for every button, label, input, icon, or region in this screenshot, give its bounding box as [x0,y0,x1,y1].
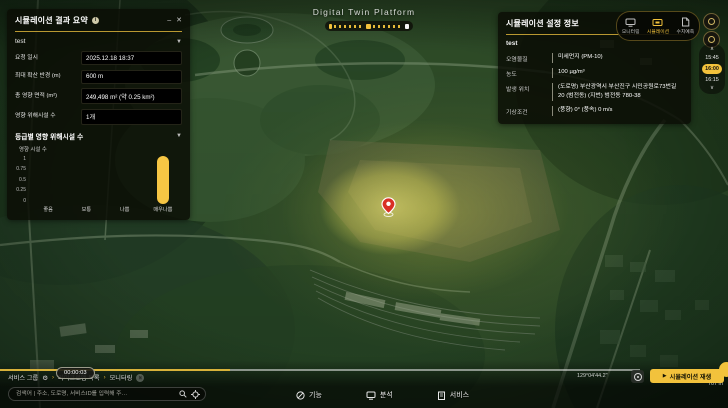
field-total-area-value: 249,498 m² (약 0.25 km²) [81,88,182,104]
chart-yaxis: 1 0.75 0.5 0.25 0 [15,156,29,204]
timeline-scrubber[interactable] [325,21,413,31]
field-facility-count-value: 1개 [81,109,182,125]
scrubber-knob[interactable] [366,24,371,29]
breadcrumb-separator: › [52,375,54,381]
play-icon: ▶ [663,374,667,379]
settings-scenario-name: test [506,40,683,47]
chevron-up-icon[interactable]: ∧ [710,47,714,52]
bar-very-bad [157,156,169,204]
menu-services[interactable]: 서비스 [437,390,469,400]
bottom-menu: 기능 분석 서비스 [296,390,469,400]
target-icon [634,373,642,381]
row-source-location: 발생 위치 (도로명) 부산광역시 부산진구 시민공원로73번길 20 (범전동… [506,83,683,101]
time-option-next[interactable]: 16:15 [705,77,719,83]
field-facility-count: 영향 위해시설 수 1개 [15,109,182,125]
simulation-result-panel: 시뮬레이션 결과 요약 i – ✕ test ▼ 요청 일시 2025.12.1… [7,9,190,220]
menu-functions[interactable]: 기능 [296,390,322,400]
time-option-current[interactable]: 16:00 [702,64,722,74]
scenario-dropdown[interactable]: test ▼ [15,38,182,45]
services-icon [437,391,446,400]
info-icon[interactable]: i [92,17,99,24]
monitor-icon [625,18,636,27]
settings-panel-title: 시뮬레이션 설정 정보 [506,18,579,29]
grade-section-header[interactable]: 등급별 영향 위해시설 수 ▼ [15,131,182,141]
elapsed-time-badge: 00:00:03 [56,367,95,379]
minimize-icon[interactable]: – [167,17,171,24]
menu-analysis[interactable]: 분석 [366,390,393,400]
target-ring-icon [708,36,715,43]
breadcrumb-monitoring[interactable]: 모니터링 [110,373,133,382]
chevron-down-icon: ▼ [176,133,182,139]
close-icon[interactable]: ✕ [176,17,182,24]
field-max-radius-value: 600 m [81,70,182,84]
row-source-location-value: (도로명) 부산광역시 부산진구 시민공원로73번길 20 (범전동) (지번)… [552,83,683,101]
row-weather-value: (풍향) 0° (풍속) 0 m/s [552,106,683,116]
row-concentration: 농도 100 µg/m³ [506,68,683,78]
search-icon[interactable] [179,390,187,398]
tab-simulation[interactable]: 시뮬레이션 [644,12,671,40]
scrubber-ticks-right [373,25,403,28]
functions-icon [296,391,305,400]
scrubber-start-cap [329,24,332,29]
chevron-down-icon[interactable]: ∨ [710,86,714,91]
tab-monitoring[interactable]: 모니터링 [617,12,644,40]
search-bar [8,387,206,401]
mode-tab-bar: 모니터링 시뮬레이션 수치예측 [616,11,700,41]
scrubber-end-cap [405,24,409,29]
facility-grade-chart: 영향 시설 수 1 0.75 0.5 0.25 0 좋음 보통 나쁨 매우나쁨 [15,145,182,213]
gear-icon[interactable]: ⚙ [42,374,48,382]
close-icon[interactable]: ✕ [136,374,144,382]
row-pollutant: 오염물질 미세먼지 (PM-10) [506,53,683,63]
chevron-down-icon: ▼ [176,39,182,45]
result-panel-title: 시뮬레이션 결과 요약 [15,15,88,26]
tab-forecast[interactable]: 수치예측 [672,12,699,40]
field-request-time: 요청 일시 2025.12.18 18:37 [15,51,182,65]
time-stepper: ∧ 15:45 16:00 16:15 ∨ [699,44,725,94]
search-input[interactable] [14,390,175,398]
row-pollutant-value: 미세먼지 (PM-10) [552,53,683,63]
breadcrumb-separator: › [104,375,106,381]
result-panel-header: 시뮬레이션 결과 요약 i – ✕ [15,15,182,32]
chart-ylabel: 영향 시설 수 [19,145,182,153]
compass-button[interactable] [703,13,720,30]
compass-icon [708,18,715,25]
field-request-time-value: 2025.12.18 18:37 [81,51,182,65]
field-total-area: 총 영향 면적 (m²) 249,498 m² (약 0.25 km²) [15,88,182,104]
row-concentration-value: 100 µg/m³ [552,68,683,78]
scenario-dropdown-value: test [15,38,25,45]
time-option-prev[interactable]: 15:45 [705,55,719,61]
digital-twin-app: { "app": { "platform_title": "Digital Tw… [0,0,728,408]
breadcrumb-service-group[interactable]: 서비스 그룹 [8,373,38,382]
recenter-button[interactable] [631,370,644,383]
pollution-source-pin[interactable] [381,197,396,217]
chart-xaxis: 좋음 보통 나쁨 매우나쁨 [29,206,182,213]
field-max-radius: 최대 확산 반경 (m) 600 m [15,70,182,84]
row-weather: 기상조건 (풍향) 0° (풍속) 0 m/s [506,106,683,116]
simulation-icon [652,18,663,27]
gps-locate-icon[interactable] [191,390,200,399]
timeline-progress [0,369,230,371]
scrubber-ticks-left [334,25,364,28]
chart-plot-area [29,156,182,204]
document-icon [681,17,690,27]
timeline-track[interactable] [0,369,640,371]
play-simulation-button[interactable]: ▶ 시뮬레이션 재생 [650,369,724,383]
cursor-coordinates: 129°04'44.2" [577,373,608,379]
analysis-icon [366,391,376,400]
